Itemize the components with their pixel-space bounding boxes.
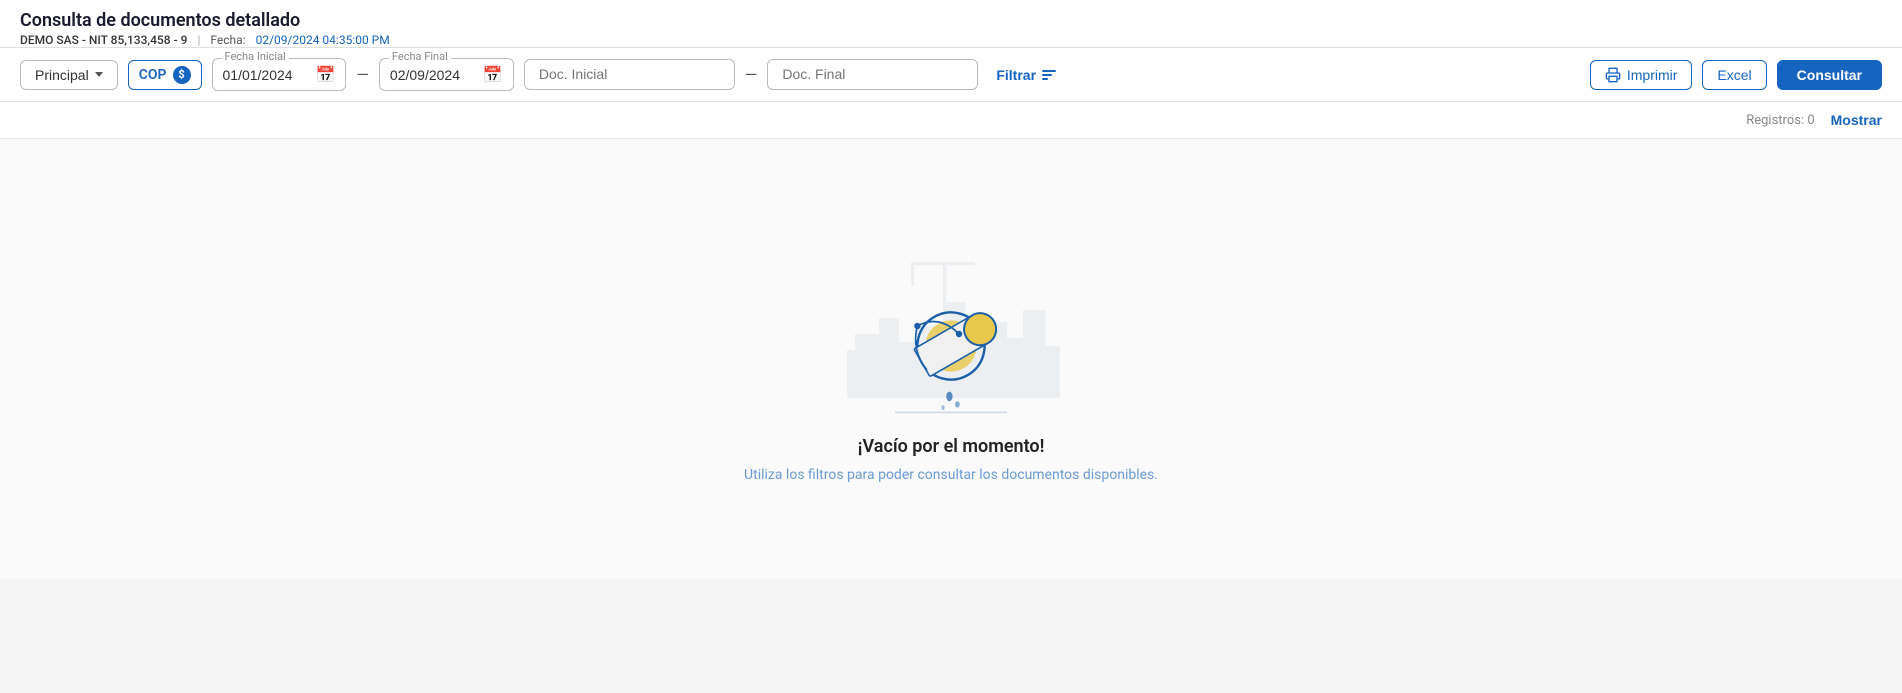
date-range-separator: — [356,65,369,84]
toolbar: Principal COP $ Fecha Inicial 📅 — Fecha … [0,48,1902,102]
results-bar: Registros: 0 Mostrar [0,102,1902,139]
filtrar-label: Filtrar [996,67,1036,83]
empty-state: ¡Vacío por el momento! Utiliza los filtr… [0,139,1902,579]
principal-label: Principal [35,67,89,83]
header-section: Consulta de documentos detallado DEMO SA… [0,0,1902,48]
fecha-inicial-input[interactable] [223,67,308,83]
empty-subtitle: Utiliza los filtros para poder consultar… [744,467,1158,483]
mostrar-button[interactable]: Mostrar [1831,112,1882,128]
date-value: 02/09/2024 04:35:00 PM [256,33,390,47]
doc-final-field [767,59,978,90]
fecha-final-input[interactable] [390,67,475,83]
chevron-down-icon [95,72,103,77]
filtrar-button[interactable]: Filtrar [988,61,1064,89]
doc-inicial-input[interactable] [539,66,720,82]
principal-dropdown[interactable]: Principal [20,60,118,90]
empty-illustration [831,216,1071,436]
doc-range-separator: — [745,65,758,84]
imprimir-label: Imprimir [1627,67,1678,83]
imprimir-button[interactable]: Imprimir [1590,60,1693,90]
cop-currency-badge[interactable]: COP $ [128,60,202,90]
company-name: DEMO SAS - NIT 85,133,458 - 9 [20,33,187,47]
registros-count: Registros: 0 [1746,113,1814,128]
date-label: Fecha: [210,33,245,47]
separator: | [197,33,200,47]
doc-final-input[interactable] [782,66,963,82]
doc-inicial-field [524,59,735,90]
currency-icon: $ [173,66,191,84]
filter-icon [1042,70,1056,80]
subtitle-bar: DEMO SAS - NIT 85,133,458 - 9 | Fecha: 0… [20,33,1882,47]
consultar-label: Consultar [1797,67,1862,83]
fecha-inicial-field: Fecha Inicial 📅 [212,58,347,91]
excel-label: Excel [1717,67,1751,83]
excel-button[interactable]: Excel [1702,60,1766,90]
consultar-button[interactable]: Consultar [1777,60,1882,90]
fecha-inicial-label: Fecha Inicial [222,50,289,63]
fecha-final-calendar-icon[interactable]: 📅 [483,65,503,84]
fecha-inicial-calendar-icon[interactable]: 📅 [316,65,336,84]
print-icon [1605,67,1621,83]
cop-label: COP [139,67,167,83]
fecha-final-label: Fecha Final [389,50,451,63]
empty-title: ¡Vacío por el momento! [858,436,1045,457]
fecha-final-field: Fecha Final 📅 [379,58,514,91]
page-title: Consulta de documentos detallado [20,10,1882,31]
